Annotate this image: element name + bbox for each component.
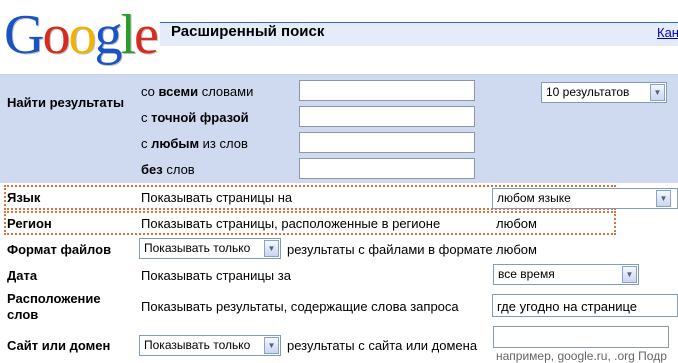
word-location-select[interactable]: где угодно на странице [492, 294, 678, 317]
logo-letter-o2: o [68, 4, 96, 66]
logo-letter-g: G [4, 4, 44, 66]
logo-letter-g2: g [94, 4, 122, 66]
word-location-label-line2: слов [7, 307, 39, 322]
language-text: Показывать страницы на [141, 190, 293, 205]
file-format-mode-select[interactable]: Показывать только ▼ [139, 238, 281, 259]
site-domain-mode-select[interactable]: Показывать только ▼ [139, 335, 281, 356]
results-count-select[interactable]: 10 результатов ▼ [541, 82, 667, 103]
exact-phrase-input[interactable] [299, 106, 475, 127]
region-text: Показывать страницы, расположенные в рег… [141, 216, 441, 231]
chevron-down-icon[interactable]: ▼ [656, 190, 671, 207]
word-location-label: Расположение слов [7, 291, 101, 323]
site-domain-mode-value: Показывать только [144, 338, 251, 352]
without-words-bold: без [141, 162, 163, 177]
chevron-down-icon[interactable]: ▼ [622, 266, 637, 283]
file-format-value[interactable]: любом [496, 242, 537, 257]
language-label: Язык [7, 190, 41, 205]
word-location-text: Показывать результаты, содержащие слова … [141, 299, 459, 314]
all-words-pre: со [141, 84, 159, 99]
logo-letter-o1: o [42, 4, 70, 66]
chevron-down-icon[interactable]: ▼ [264, 240, 279, 257]
site-domain-input[interactable] [493, 326, 669, 348]
page-title: Расширенный поиск [171, 23, 325, 40]
language-value: любом языке [497, 191, 571, 205]
exact-phrase-label: с точной фразой [141, 110, 249, 125]
header-link[interactable]: Кан [657, 25, 678, 40]
without-words-input[interactable] [299, 158, 475, 179]
file-format-mode-value: Показывать только [144, 241, 251, 255]
any-words-pre: с [141, 136, 152, 151]
logo-letter-l: l [120, 4, 136, 66]
any-words-post: из слов [199, 136, 248, 151]
date-text: Показывать страницы за [141, 268, 291, 283]
date-label: Дата [7, 268, 38, 283]
without-words-post: слов [162, 162, 195, 177]
language-select[interactable]: любом языке ▼ [492, 188, 678, 209]
any-words-input[interactable] [299, 132, 475, 153]
word-location-label-line1: Расположение [7, 291, 101, 306]
file-format-text: результаты с файлами в формате [287, 242, 493, 257]
all-words-input[interactable] [299, 80, 475, 101]
exact-phrase-bold: точной фразой [151, 110, 249, 125]
region-value[interactable]: любом [496, 216, 537, 231]
region-label: Регион [7, 216, 52, 231]
without-words-label: без слов [141, 162, 195, 177]
chevron-down-icon[interactable]: ▼ [650, 84, 665, 101]
all-words-post: словами [198, 84, 254, 99]
file-format-label: Формат файлов [7, 242, 112, 257]
any-words-bold: любым [151, 136, 200, 151]
logo-letter-e: e [134, 4, 159, 66]
any-words-label: с любым из слов [141, 136, 248, 151]
results-count-value: 10 результатов [546, 85, 630, 99]
site-domain-text: результаты с сайта или домена [287, 338, 478, 353]
word-location-value: где угодно на странице [497, 299, 637, 314]
google-logo[interactable]: Google [4, 4, 159, 66]
site-domain-label: Сайт или домен [7, 338, 111, 353]
date-value: все время [498, 267, 555, 281]
chevron-down-icon[interactable]: ▼ [264, 337, 279, 354]
all-words-bold: всеми [158, 84, 199, 99]
find-results-label: Найти результаты [7, 95, 125, 110]
site-domain-hint: например, google.ru, .org Подр [496, 349, 667, 363]
exact-phrase-pre: с [141, 110, 152, 125]
date-select[interactable]: все время ▼ [493, 264, 639, 285]
all-words-label: со всеми словами [141, 84, 253, 99]
